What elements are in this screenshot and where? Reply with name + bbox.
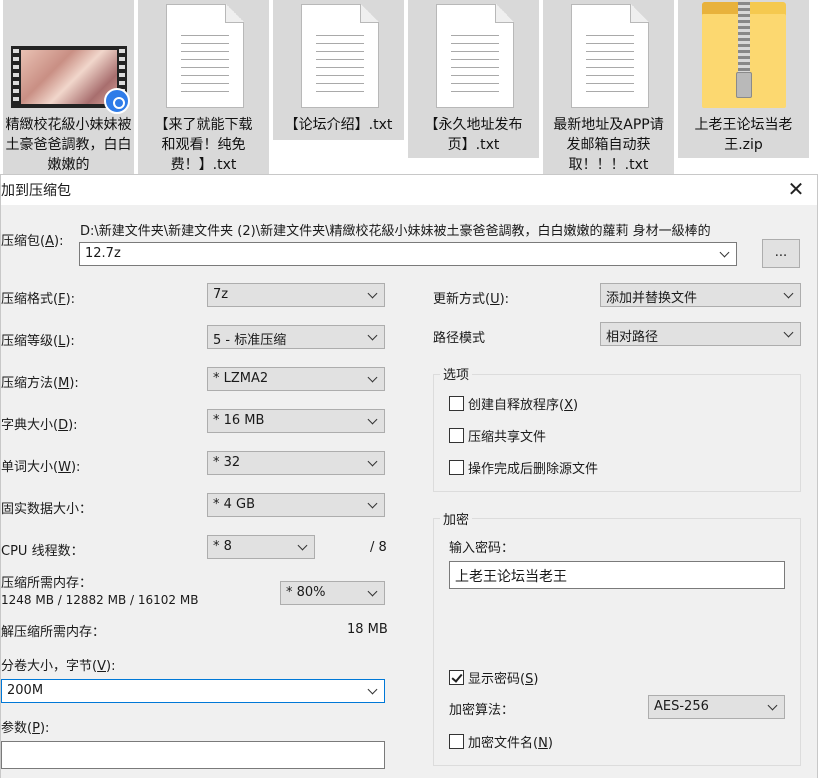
archive-name-combo[interactable]: 12.7z [79,242,737,266]
close-button[interactable]: ✕ [785,178,807,200]
file-item-text[interactable]: 【永久地址发布页】.txt [408,0,539,158]
unmem-label: 解压缩所需内存： [1,625,106,640]
volume-label: 分卷大小，字节(V): [1,659,116,674]
format-select[interactable]: 7z [207,283,385,307]
dialog-title: 加到压缩包 [1,183,71,199]
file-name: 【论坛介绍】.txt [284,117,393,133]
checkbox-box [449,396,464,411]
options-group-title: 选项 [440,364,473,383]
zip-folder-icon [678,0,809,112]
file-item-text[interactable]: 最新地址及APP请发邮箱自动获取！！！.txt [543,0,674,174]
unmem-value: 18 MB [347,622,388,637]
volume-size-combo[interactable]: 200M [1,679,385,703]
chevron-down-icon [366,287,380,303]
chevron-down-icon [766,699,780,715]
word-label: 单词大小(W): [1,460,81,475]
text-file-icon [543,0,674,112]
level-select[interactable]: 5 - 标准压缩 [207,325,385,349]
checkbox-box [449,670,464,685]
chevron-down-icon [782,287,796,303]
update-label: 更新方式(U): [433,292,510,307]
level-label: 压缩等级(L): [1,334,75,349]
archive-path: D:\新建文件夹\新建文件夹 (2)\新建文件夹\精緻校花級小妹妹被土豪爸爸調教… [80,224,711,239]
mem-label: 压缩所需内存： [1,576,93,591]
encryption-group-title: 加密 [440,509,473,528]
sync-badge-icon [104,88,130,114]
chevron-down-icon [366,497,380,513]
text-file-icon [138,0,269,112]
file-name: 最新地址及APP请发邮箱自动获取！！！.txt [553,117,664,173]
chevron-down-icon [366,371,380,387]
chevron-down-icon [366,329,380,345]
cpu-label: CPU 线程数： [1,544,84,559]
archive-label: 压缩包(A): [1,234,64,249]
screen: 精緻校花級小妹妹被土豪爸爸調教，白白嫩嫩的 【来了就能下载和观看！纯免费！】.t… [0,0,824,778]
path-mode-label: 路径模式 [433,331,486,346]
path-mode-select[interactable]: 相对路径 [600,322,801,346]
mem-detail: 1248 MB / 12882 MB / 16102 MB [1,593,199,607]
cpu-select[interactable]: * 8 [207,535,315,559]
file-explorer-strip: 精緻校花級小妹妹被土豪爸爸調教，白白嫩嫩的 【来了就能下载和观看！纯免费！】.t… [0,0,824,174]
dialog-titlebar: 加到压缩包 ✕ [1,175,817,205]
file-name: 【来了就能下载和观看！纯免费！】.txt [154,117,253,173]
file-item-text[interactable]: 【论坛介绍】.txt [273,0,404,140]
encryption-algo-select[interactable]: AES-256 [648,695,785,719]
file-item-zip[interactable]: 上老王论坛当老王.zip [678,0,809,158]
solid-select[interactable]: * 4 GB [207,493,385,517]
params-label: 参数(P): [1,721,50,736]
password-label: 输入密码： [449,541,515,556]
solid-label: 固实数据大小： [1,502,93,517]
browse-button[interactable]: ... [762,239,800,268]
file-item-video[interactable]: 精緻校花級小妹妹被土豪爸爸調教，白白嫩嫩的 [3,0,134,174]
chevron-down-icon [782,326,796,342]
video-thumbnail [3,0,134,114]
text-file-icon [408,0,539,112]
method-label: 压缩方法(M): [1,376,79,391]
params-input[interactable] [1,741,385,769]
chevron-down-icon [366,683,380,699]
chevron-down-icon [366,585,380,601]
mem-percent-select[interactable]: * 80% [280,581,385,605]
chevron-down-icon [718,246,732,262]
algo-label: 加密算法： [449,703,515,718]
method-select[interactable]: * LZMA2 [207,367,385,391]
text-file-icon [273,0,404,112]
chevron-down-icon [366,455,380,471]
word-select[interactable]: * 32 [207,451,385,475]
checkbox-box [449,734,464,749]
file-name: 上老王论坛当老王.zip [694,117,793,153]
dict-label: 字典大小(D): [1,418,78,433]
file-name: 精緻校花級小妹妹被土豪爸爸調教，白白嫩嫩的 [5,117,132,173]
file-item-text[interactable]: 【来了就能下载和观看！纯免费！】.txt [138,0,269,174]
update-mode-select[interactable]: 添加并替换文件 [600,283,801,307]
cpu-total: / 8 [370,540,387,555]
dict-select[interactable]: * 16 MB [207,409,385,433]
archive-name-value: 12.7z [85,246,121,261]
checkbox-box [449,428,464,443]
add-to-archive-dialog: 加到压缩包 ✕ 压缩包(A): D:\新建文件夹\新建文件夹 (2)\新建文件夹… [0,174,818,778]
checkbox-box [449,460,464,475]
chevron-down-icon [366,413,380,429]
file-name: 【永久地址发布页】.txt [424,117,523,153]
password-input[interactable]: 上老王论坛当老王 [449,561,785,589]
format-label: 压缩格式(F): [1,292,76,307]
chevron-down-icon [296,539,310,555]
